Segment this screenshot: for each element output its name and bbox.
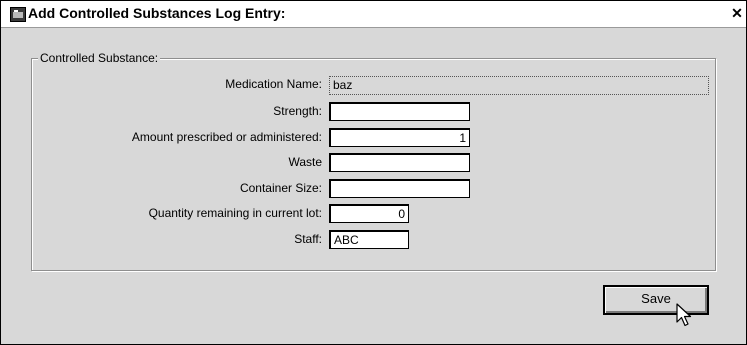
application-icon [10, 7, 26, 22]
dialog-window: Add Controlled Substances Log Entry: ✕ C… [0, 0, 747, 345]
container-size-input[interactable] [329, 179, 470, 198]
arrow-cursor-icon [676, 303, 692, 327]
medication-name-field: baz [329, 76, 709, 95]
window-title: Add Controlled Substances Log Entry: [28, 5, 286, 21]
container-size-label: Container Size: [239, 181, 322, 195]
strength-label: Strength: [273, 104, 322, 118]
waste-label: Waste [288, 155, 322, 169]
waste-input[interactable] [329, 153, 470, 172]
close-icon[interactable]: ✕ [730, 5, 744, 21]
quantity-remaining-input[interactable]: 0 [329, 204, 409, 223]
amount-input[interactable]: 1 [329, 128, 470, 147]
title-bar[interactable]: Add Controlled Substances Log Entry: ✕ [1, 1, 746, 28]
amount-label: Amount prescribed or administered: [131, 130, 322, 144]
quantity-remaining-label: Quantity remaining in current lot: [148, 206, 322, 220]
medication-name-label: Medication Name: [225, 77, 322, 91]
strength-input[interactable] [329, 102, 470, 121]
group-legend: Controlled Substance: [38, 51, 161, 65]
staff-label: Staff: [294, 232, 322, 246]
staff-input[interactable]: ABC [329, 230, 409, 249]
